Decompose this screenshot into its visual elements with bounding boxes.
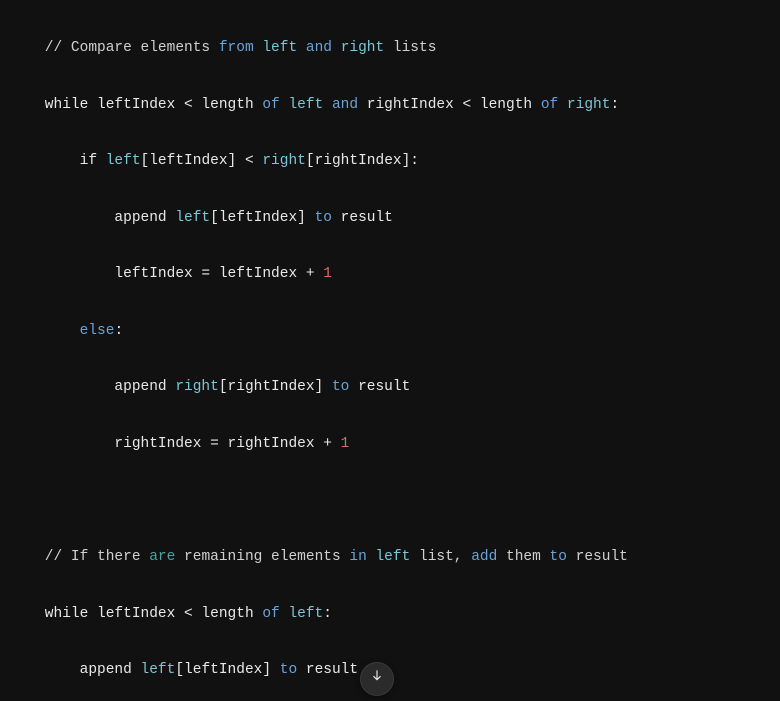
keyword-to: to	[332, 379, 349, 395]
keyword-to: to	[315, 210, 332, 226]
keyword-of: of	[262, 606, 279, 622]
keyword-to: to	[550, 549, 567, 565]
keyword-to: to	[280, 662, 297, 678]
ident-left: left	[141, 662, 176, 678]
keyword-and: and	[306, 40, 332, 56]
ident-left: left	[175, 210, 210, 226]
comment-text: // Compare elements	[10, 40, 219, 56]
keyword-else: else	[80, 323, 115, 339]
arrow-down-icon	[370, 665, 384, 693]
blank-line	[10, 487, 770, 515]
code-line: else:	[10, 317, 770, 345]
code-line: while leftIndex < length of left and rig…	[10, 91, 770, 119]
code-line: while leftIndex < length of left:	[10, 600, 770, 628]
keyword-in: in	[349, 549, 366, 565]
keyword-are: are	[149, 549, 175, 565]
code-line: append right[rightIndex] to result	[10, 373, 770, 401]
ident-left: left	[288, 97, 323, 113]
keyword-of: of	[262, 97, 279, 113]
code-line: rightIndex = rightIndex + 1	[10, 430, 770, 458]
keyword-and: and	[332, 97, 358, 113]
keyword-from: from	[219, 40, 254, 56]
code-line: // If there are remaining elements in le…	[10, 543, 770, 571]
code-line: if left[leftIndex] < right[rightIndex]:	[10, 147, 770, 175]
keyword-of: of	[541, 97, 558, 113]
number-literal: 1	[341, 436, 350, 452]
code-editor[interactable]: // Compare elements from left and right …	[0, 0, 780, 701]
code-line: // Compare elements from left and right …	[10, 34, 770, 62]
keyword-add: add	[471, 549, 497, 565]
scroll-down-button[interactable]	[360, 662, 394, 696]
ident-left: left	[375, 549, 410, 565]
ident-left: left	[106, 153, 141, 169]
ident-left: left	[288, 606, 323, 622]
number-literal: 1	[323, 266, 332, 282]
ident-right: right	[567, 97, 611, 113]
ident-right: right	[341, 40, 385, 56]
ident-left: left	[262, 40, 297, 56]
ident-right: right	[175, 379, 219, 395]
ident-right: right	[262, 153, 306, 169]
code-line: append left[leftIndex] to result	[10, 204, 770, 232]
code-line: leftIndex = leftIndex + 1	[10, 260, 770, 288]
